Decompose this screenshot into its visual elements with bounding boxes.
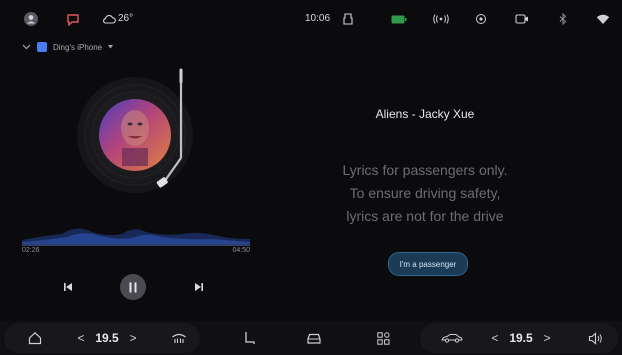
cabin-icon[interactable]	[342, 12, 354, 26]
lyrics-line-1: Lyrics for passengers only.	[342, 162, 508, 178]
chevron-down-icon	[22, 44, 31, 50]
device-name: Ding's iPhone	[53, 42, 103, 52]
location-icon	[475, 12, 487, 26]
audio-waveform[interactable]	[22, 212, 250, 246]
previous-track-button[interactable]	[61, 280, 75, 294]
cloud-icon	[102, 12, 116, 26]
bluetooth-icon	[558, 12, 568, 26]
clock-time: 10:06	[305, 13, 331, 24]
pause-icon	[129, 282, 137, 292]
skip-back-icon	[64, 283, 72, 291]
caret-down-icon	[108, 45, 114, 49]
lyrics-line-3: lyrics are not for the drive	[346, 208, 504, 224]
car-side-icon[interactable]	[440, 329, 464, 347]
volume-icon[interactable]	[586, 329, 604, 347]
driver-temp-increase[interactable]: >	[128, 329, 138, 347]
car-front-icon[interactable]	[304, 329, 324, 347]
pause-button[interactable]	[120, 274, 146, 300]
signal-broadcast-icon	[432, 12, 450, 26]
camera-icon	[515, 12, 529, 26]
elapsed-time: 02:26	[22, 247, 40, 254]
defrost-icon[interactable]	[170, 329, 188, 347]
bottom-dock: < 19.5 > < 19.5 >	[0, 321, 622, 355]
status-bar: 26° 10:06	[0, 0, 622, 36]
driver-temp-decrease[interactable]: <	[76, 329, 86, 347]
bluetooth-source-icon	[37, 42, 47, 52]
weather-temperature: 26°	[118, 13, 134, 24]
avatar-icon[interactable]	[24, 12, 38, 26]
message-icon[interactable]	[66, 12, 80, 26]
lyrics-line-2: To ensure driving safety,	[349, 185, 501, 201]
track-times: 02:26 04:50	[22, 247, 250, 254]
song-title: Aliens - Jacky Xue	[375, 107, 475, 121]
home-icon[interactable]	[26, 329, 44, 347]
wifi-icon	[596, 12, 610, 26]
seat-icon[interactable]	[240, 329, 258, 347]
music-source-selector[interactable]: Ding's iPhone	[22, 39, 114, 55]
total-time: 04:50	[232, 247, 250, 254]
passenger-button[interactable]: I'm a passenger	[388, 252, 468, 276]
battery-icon	[391, 12, 407, 26]
next-track-button[interactable]	[192, 280, 206, 294]
passenger-temp-increase[interactable]: >	[542, 329, 552, 347]
driver-temperature: 19.5	[95, 331, 119, 345]
passenger-temperature: 19.5	[509, 331, 533, 345]
apps-grid-icon[interactable]	[374, 329, 392, 347]
album-record	[60, 62, 210, 212]
skip-forward-icon	[195, 283, 203, 291]
passenger-temp-decrease[interactable]: <	[490, 329, 500, 347]
